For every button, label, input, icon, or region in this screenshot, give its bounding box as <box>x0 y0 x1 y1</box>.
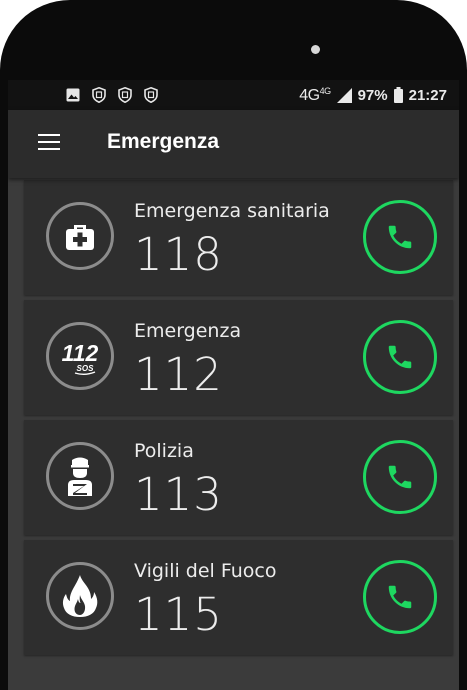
shield-notification-icon <box>144 87 158 103</box>
battery-icon <box>393 87 403 103</box>
phone-number: 112 <box>134 348 223 401</box>
service-name: Emergenza <box>134 320 242 342</box>
clock: 21:27 <box>408 86 447 104</box>
call-button[interactable] <box>363 560 437 634</box>
phone-frame: 4G4G 97% 21:27 Emergenza Emergenza sanit… <box>0 0 467 690</box>
medical-kit-icon <box>46 202 114 270</box>
phone-number: 113 <box>134 468 223 521</box>
icon-sos-text: SOS <box>77 364 95 373</box>
service-name: Emergenza sanitaria <box>134 200 330 222</box>
call-button[interactable] <box>363 200 437 274</box>
status-indicators: 4G4G 97% 21:27 <box>299 84 447 106</box>
phone-icon <box>388 225 412 249</box>
status-bar: 4G4G 97% 21:27 <box>8 80 459 110</box>
contact-card-115[interactable]: Vigili del Fuoco 115 <box>24 540 453 655</box>
service-name: Vigili del Fuoco <box>134 560 277 582</box>
service-name: Polizia <box>134 440 194 462</box>
front-camera <box>311 45 320 54</box>
phone-number: 115 <box>134 588 223 641</box>
call-button[interactable] <box>363 440 437 514</box>
contact-card-113[interactable]: Polizia 113 <box>24 420 453 535</box>
icon-112-text: 112 <box>62 340 99 366</box>
fire-icon <box>46 562 114 630</box>
notification-icons <box>66 87 158 103</box>
image-notification-icon <box>66 88 80 102</box>
network-type: 4G4G <box>299 85 331 104</box>
contact-card-112[interactable]: 112 SOS Emergenza 112 <box>24 300 453 415</box>
contact-card-118[interactable]: Emergenza sanitaria 118 <box>24 180 453 295</box>
app-toolbar: Emergenza <box>8 110 459 178</box>
app-screen: 4G4G 97% 21:27 Emergenza Emergenza sanit… <box>8 80 459 690</box>
battery-percentage: 97% <box>357 86 388 104</box>
signal-icon <box>336 87 352 103</box>
phone-icon <box>388 465 412 489</box>
phone-number: 118 <box>134 228 223 281</box>
phone-icon <box>388 585 412 609</box>
call-button[interactable] <box>363 320 437 394</box>
hamburger-menu-icon[interactable] <box>38 134 60 152</box>
police-officer-icon <box>46 442 114 510</box>
shield-notification-icon <box>118 87 132 103</box>
phone-icon <box>388 345 412 369</box>
page-title: Emergenza <box>107 130 220 153</box>
shield-notification-icon <box>92 87 106 103</box>
112-sos-icon: 112 SOS <box>46 322 114 390</box>
